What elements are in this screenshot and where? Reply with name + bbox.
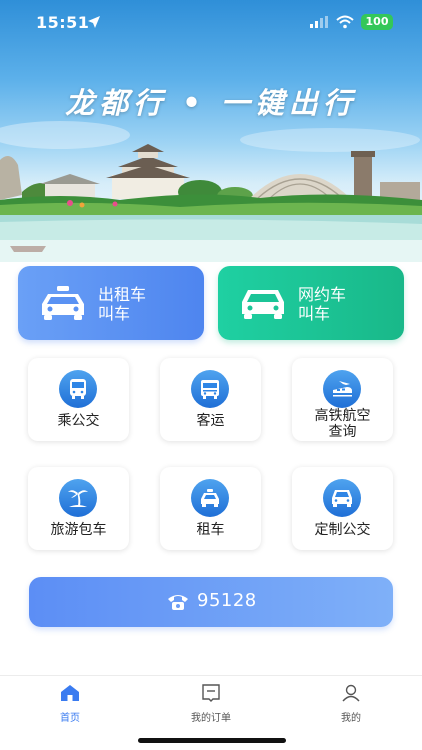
rental-car-icon-badge <box>191 479 229 517</box>
taxi-icon <box>42 286 84 320</box>
tab-mine[interactable]: 我的 <box>311 684 391 724</box>
palm-tree-icon-badge <box>59 479 97 517</box>
orders-icon <box>202 684 220 702</box>
service-car-rental[interactable]: 租车 <box>160 467 261 550</box>
service-tour-charter[interactable]: 旅游包车 <box>28 467 129 550</box>
tab-mine-label: 我的 <box>341 713 361 724</box>
tab-home-label: 首页 <box>60 713 80 724</box>
taxi-call-line1: 出租车 <box>98 285 147 304</box>
service-tour-charter-label: 旅游包车 <box>50 522 107 538</box>
hero-slogan: 龙都行 • 一键出行 <box>65 86 357 120</box>
tab-home[interactable]: 首页 <box>30 684 110 724</box>
coach-icon <box>201 380 219 399</box>
hotline-number: 95128 <box>197 590 257 611</box>
bus-icon <box>70 379 86 399</box>
ride-call-line1: 网约车 <box>298 285 347 304</box>
status-bar: 15:51 100 <box>0 0 422 46</box>
taxi-call-button[interactable]: 出租车 叫车 <box>18 266 204 340</box>
car-icon <box>242 290 284 319</box>
service-rail-air-query[interactable]: 高铁航空 查询 <box>292 358 393 441</box>
service-coach[interactable]: 客运 <box>160 358 261 441</box>
service-custom-bus-label: 定制公交 <box>314 522 371 538</box>
service-custom-bus[interactable]: 定制公交 <box>292 467 393 550</box>
service-rail-air-label: 高铁航空 查询 <box>292 408 393 440</box>
service-bus-label: 乘公交 <box>57 413 100 429</box>
service-bus[interactable]: 乘公交 <box>28 358 129 441</box>
custom-bus-icon-badge <box>323 479 361 517</box>
wifi-icon <box>336 15 354 29</box>
ride-hailing-call-button[interactable]: 网约车 叫车 <box>218 266 404 340</box>
service-coach-label: 客运 <box>196 413 225 429</box>
taxi-call-line2: 叫车 <box>98 304 131 323</box>
service-rail-air-line2: 查询 <box>328 424 357 440</box>
custom-bus-icon <box>332 490 352 507</box>
user-icon <box>342 684 360 702</box>
palm-tree-icon <box>68 490 88 507</box>
ride-hailing-call-label: 网约车 叫车 <box>298 285 346 323</box>
location-arrow-icon <box>88 16 100 28</box>
battery-indicator: 100 <box>361 14 393 30</box>
hotline-call-button[interactable]: 95128 <box>29 577 393 627</box>
taxi-call-label: 出租车 叫车 <box>98 285 146 323</box>
service-rail-air-line1: 高铁航空 <box>314 408 371 424</box>
tab-my-orders[interactable]: 我的订单 <box>171 684 251 724</box>
ride-call-line2: 叫车 <box>298 304 331 323</box>
home-icon <box>61 685 79 701</box>
tab-my-orders-label: 我的订单 <box>191 713 231 724</box>
signal-icon <box>310 16 328 28</box>
home-indicator <box>138 738 286 743</box>
service-car-rental-label: 租车 <box>196 522 225 538</box>
coach-icon-badge <box>191 370 229 408</box>
train-plane-icon <box>333 381 352 397</box>
train-plane-icon-badge <box>323 370 361 408</box>
hero-banner: 15:51 100 龙都行 • 一键出行 <box>0 0 422 262</box>
bus-icon-badge <box>59 370 97 408</box>
status-time: 15:51 <box>36 13 90 32</box>
phone-icon <box>168 595 188 610</box>
rental-car-icon <box>201 489 219 507</box>
